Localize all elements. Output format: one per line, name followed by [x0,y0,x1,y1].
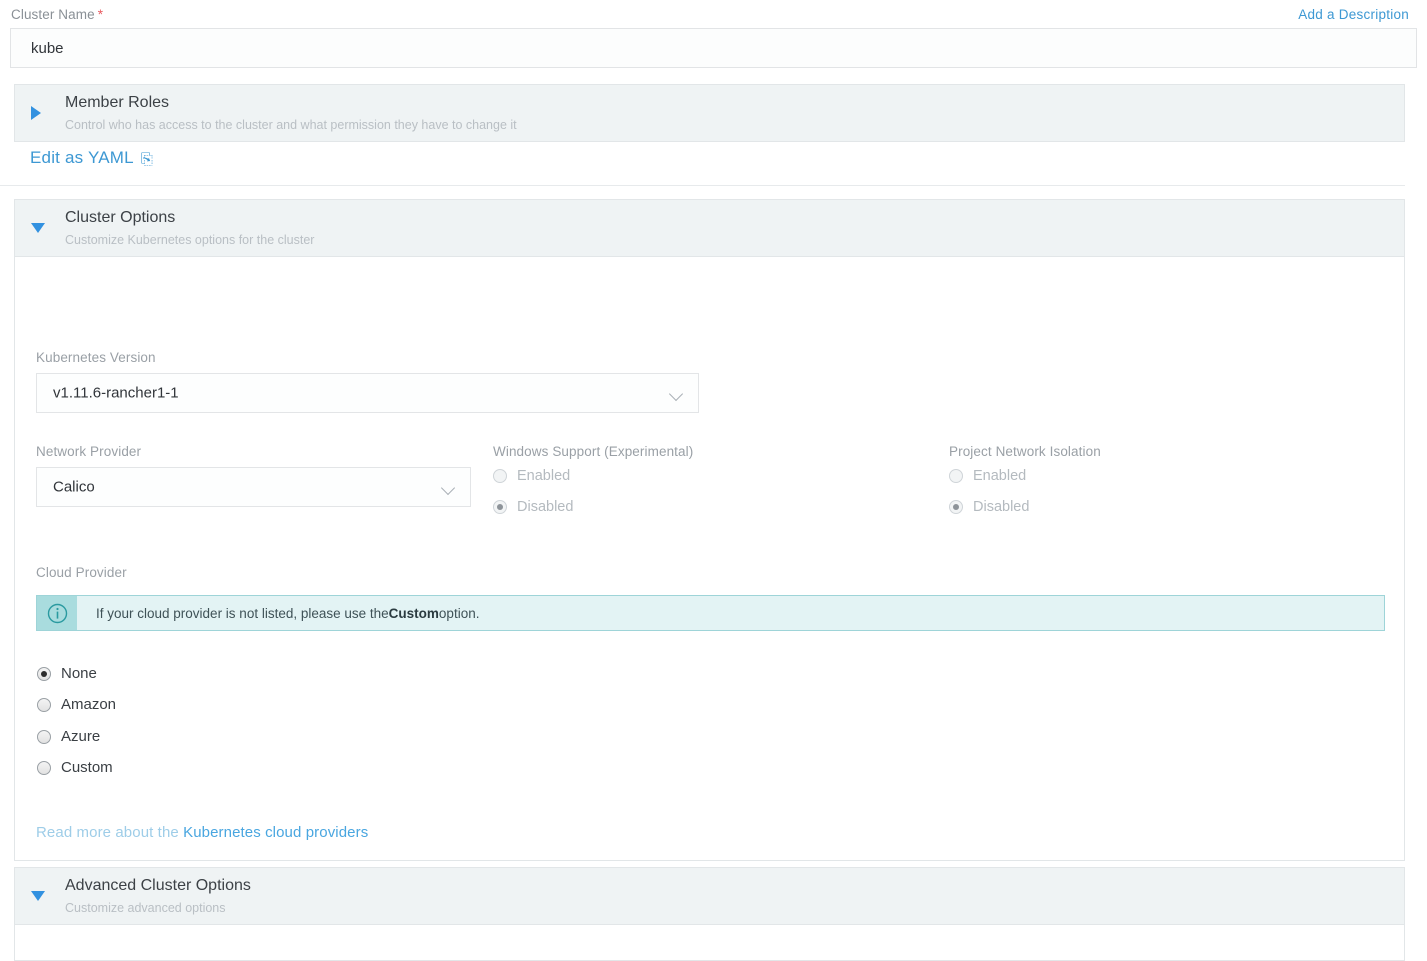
cluster-name-input[interactable] [10,28,1417,68]
cluster-name-label: Cluster Name * [11,7,103,22]
required-marker: * [97,7,104,22]
info-icon [37,596,77,630]
cluster-name-row: Cluster Name * Add a Description [0,0,1427,72]
add-description-link[interactable]: Add a Description [1298,7,1409,22]
divider [0,185,1405,186]
member-roles-title: Member Roles [65,94,170,111]
windows-support-enabled-label: Enabled [517,468,571,484]
radio-icon-selected [493,500,507,514]
chevron-down-icon [671,389,682,400]
kubernetes-cloud-providers-link[interactable]: Kubernetes cloud providers [183,824,368,841]
cloud-provider-none-label: None [61,665,97,682]
chevron-down-icon [31,891,45,901]
network-provider-select[interactable]: Calico [36,467,471,507]
chevron-down-icon [443,483,454,494]
windows-support-option-enabled[interactable]: Enabled [493,468,570,484]
radio-icon-selected [949,500,963,514]
project-network-isolation-disabled-label: Disabled [973,499,1030,515]
edit-as-yaml-row: Edit as YAML ⎘ [0,148,1427,186]
banner-text-bold: Custom [388,605,439,621]
chevron-down-icon [31,223,45,233]
edit-as-yaml-link[interactable]: Edit as YAML ⎘ [30,148,153,168]
cluster-options-subtitle: Customize Kubernetes options for the clu… [65,233,315,247]
windows-support-disabled-label: Disabled [517,499,574,515]
cluster-name-label-text: Cluster Name [11,7,95,22]
project-network-isolation-option-enabled[interactable]: Enabled [949,468,1026,484]
clipboard-icon: ⎘ [140,151,154,168]
kubernetes-version-label: Kubernetes Version [36,350,156,365]
windows-support-label: Windows Support (Experimental) [493,444,694,459]
cloud-provider-custom-label: Custom [61,759,113,776]
banner-text-before: If your cloud provider is not listed, pl… [96,605,389,621]
cloud-provider-option-azure[interactable]: Azure [37,728,100,745]
radio-icon [949,469,963,483]
cloud-provider-option-none[interactable]: None [37,665,97,682]
member-roles-panel: Member Roles Control who has access to t… [14,84,1405,142]
member-roles-subtitle: Control who has access to the cluster an… [65,118,517,132]
advanced-cluster-options-body [14,925,1405,961]
cloud-provider-info-banner: If your cloud provider is not listed, pl… [36,595,1385,631]
radio-icon [37,729,51,744]
cloud-provider-info-text: If your cloud provider is not listed, pl… [77,596,479,630]
cloud-provider-option-amazon[interactable]: Amazon [37,696,116,713]
advanced-cluster-options-subtitle: Customize advanced options [65,901,226,915]
advanced-cluster-options-title: Advanced Cluster Options [65,877,251,894]
cluster-options-body: Kubernetes Version v1.11.6-rancher1-1 Ne… [14,257,1405,861]
member-roles-header[interactable]: Member Roles Control who has access to t… [14,84,1405,142]
cluster-options-panel: Cluster Options Customize Kubernetes opt… [14,199,1405,861]
cluster-options-title: Cluster Options [65,209,176,226]
read-more-prefix: Read more about the [36,824,184,841]
radio-icon-selected [37,666,51,681]
kubernetes-version-value: v1.11.6-rancher1-1 [53,384,179,402]
cloud-provider-label: Cloud Provider [36,565,127,580]
banner-text-after: option. [438,605,480,621]
cloud-provider-option-custom[interactable]: Custom [37,759,113,776]
project-network-isolation-option-disabled[interactable]: Disabled [949,499,1029,515]
project-network-isolation-label: Project Network Isolation [949,444,1101,459]
radio-icon [37,760,51,775]
network-provider-value: Calico [53,478,95,496]
cloud-provider-amazon-label: Amazon [61,696,117,713]
radio-icon [37,697,51,712]
kubernetes-version-select[interactable]: v1.11.6-rancher1-1 [36,373,699,413]
cluster-options-header[interactable]: Cluster Options Customize Kubernetes opt… [14,199,1405,257]
advanced-cluster-options-panel: Advanced Cluster Options Customize advan… [14,867,1405,961]
cluster-config-form: Cluster Name* Add a Description Member R… [0,0,1427,961]
edit-as-yaml-label: Edit as YAML [30,148,134,167]
advanced-cluster-options-header[interactable]: Advanced Cluster Options Customize advan… [14,867,1405,925]
chevron-right-icon [31,106,41,120]
network-provider-label: Network Provider [36,444,142,459]
project-network-isolation-enabled-label: Enabled [973,468,1027,484]
windows-support-option-disabled[interactable]: Disabled [493,499,573,515]
radio-icon [493,469,507,483]
read-more-text: Read more about the Kubernetes cloud pro… [36,824,368,841]
cloud-provider-azure-label: Azure [61,728,101,745]
